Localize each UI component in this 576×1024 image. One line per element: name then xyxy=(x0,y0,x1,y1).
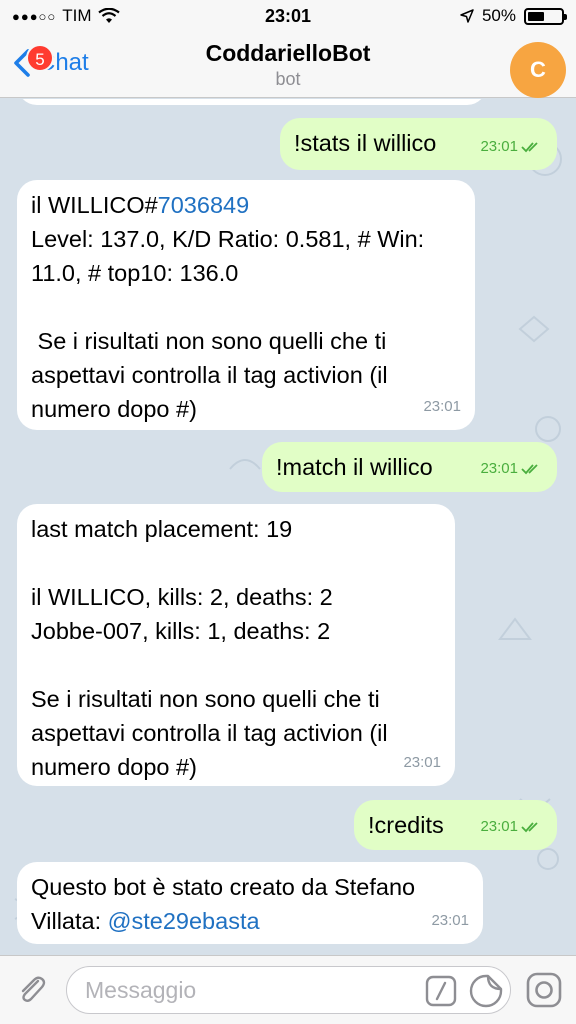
battery-level xyxy=(528,11,544,21)
chat-subtitle: bot xyxy=(275,69,301,89)
time-label: 23:01 xyxy=(480,138,518,155)
battery-icon xyxy=(524,7,567,25)
signal-strength-icon: ●●●○○ xyxy=(12,8,57,24)
message-text: il WILLICO#7036849 Level: 137.0, K/D Rat… xyxy=(31,188,461,426)
status-time: 23:01 xyxy=(264,5,312,26)
wifi-icon xyxy=(97,8,120,23)
sticker-icon[interactable] xyxy=(469,974,503,1008)
status-bar: ●●●○○ TIM 23:01 50% xyxy=(0,0,576,32)
time-label: 23:01 xyxy=(480,460,518,477)
bot-commands-icon[interactable] xyxy=(425,975,457,1007)
message-bubble-incoming[interactable]: il WILLICO#7036849 Level: 137.0, K/D Rat… xyxy=(17,180,475,430)
chat-title[interactable]: CoddarielloBot xyxy=(0,40,576,67)
read-checkmarks-icon xyxy=(521,464,538,475)
nav-bar: Chat 5 CoddarielloBot bot C xyxy=(0,32,576,98)
message-time: 23:01 xyxy=(480,130,543,164)
time-label: 23:01 xyxy=(480,818,518,835)
message-bubble-partial xyxy=(17,99,487,105)
message-bubble-outgoing[interactable]: !match il willico 23:01 xyxy=(262,442,557,492)
message-text: last match placement: 19 il WILLICO, kil… xyxy=(31,516,388,780)
status-left: ●●●○○ TIM xyxy=(12,6,212,26)
status-right: 50% xyxy=(364,6,567,26)
message-bubble-incoming[interactable]: Questo bot è stato creato da Stefano Vil… xyxy=(17,862,483,944)
username-link[interactable]: @ste29ebasta xyxy=(108,908,260,934)
location-arrow-icon xyxy=(460,9,474,23)
message-time: 23:01 xyxy=(480,452,543,486)
message-time: 23:01 xyxy=(480,810,543,844)
activision-id-link[interactable]: 7036849 xyxy=(158,192,250,218)
camera-icon[interactable] xyxy=(525,971,563,1009)
message-bubble-incoming[interactable]: last match placement: 19 il WILLICO, kil… xyxy=(17,504,455,786)
read-checkmarks-icon xyxy=(521,142,538,153)
carrier-name: TIM xyxy=(62,6,92,25)
battery-percent: 50% xyxy=(481,6,516,25)
message-time: 23:01 xyxy=(431,912,469,929)
message-field[interactable] xyxy=(66,966,511,1014)
message-text-part: il WILLICO# xyxy=(31,192,158,218)
message-time: 23:01 xyxy=(403,754,441,771)
message-time: 23:01 xyxy=(423,398,461,415)
attachment-icon[interactable] xyxy=(14,972,50,1008)
read-checkmarks-icon xyxy=(521,822,538,833)
message-text-part: Level: 137.0, K/D Ratio: 0.581, # Win: 1… xyxy=(31,226,425,422)
message-input[interactable] xyxy=(85,975,415,1005)
message-bubble-outgoing[interactable]: !stats il willico 23:01 xyxy=(280,118,557,170)
message-bubble-outgoing[interactable]: !credits 23:01 xyxy=(354,800,557,850)
message-list[interactable]: !stats il willico 23:01 il WILLICO#70368… xyxy=(0,99,576,955)
message-text: Questo bot è stato creato da Stefano Vil… xyxy=(31,870,469,938)
avatar[interactable]: C xyxy=(510,42,566,98)
input-bar xyxy=(0,955,576,1024)
